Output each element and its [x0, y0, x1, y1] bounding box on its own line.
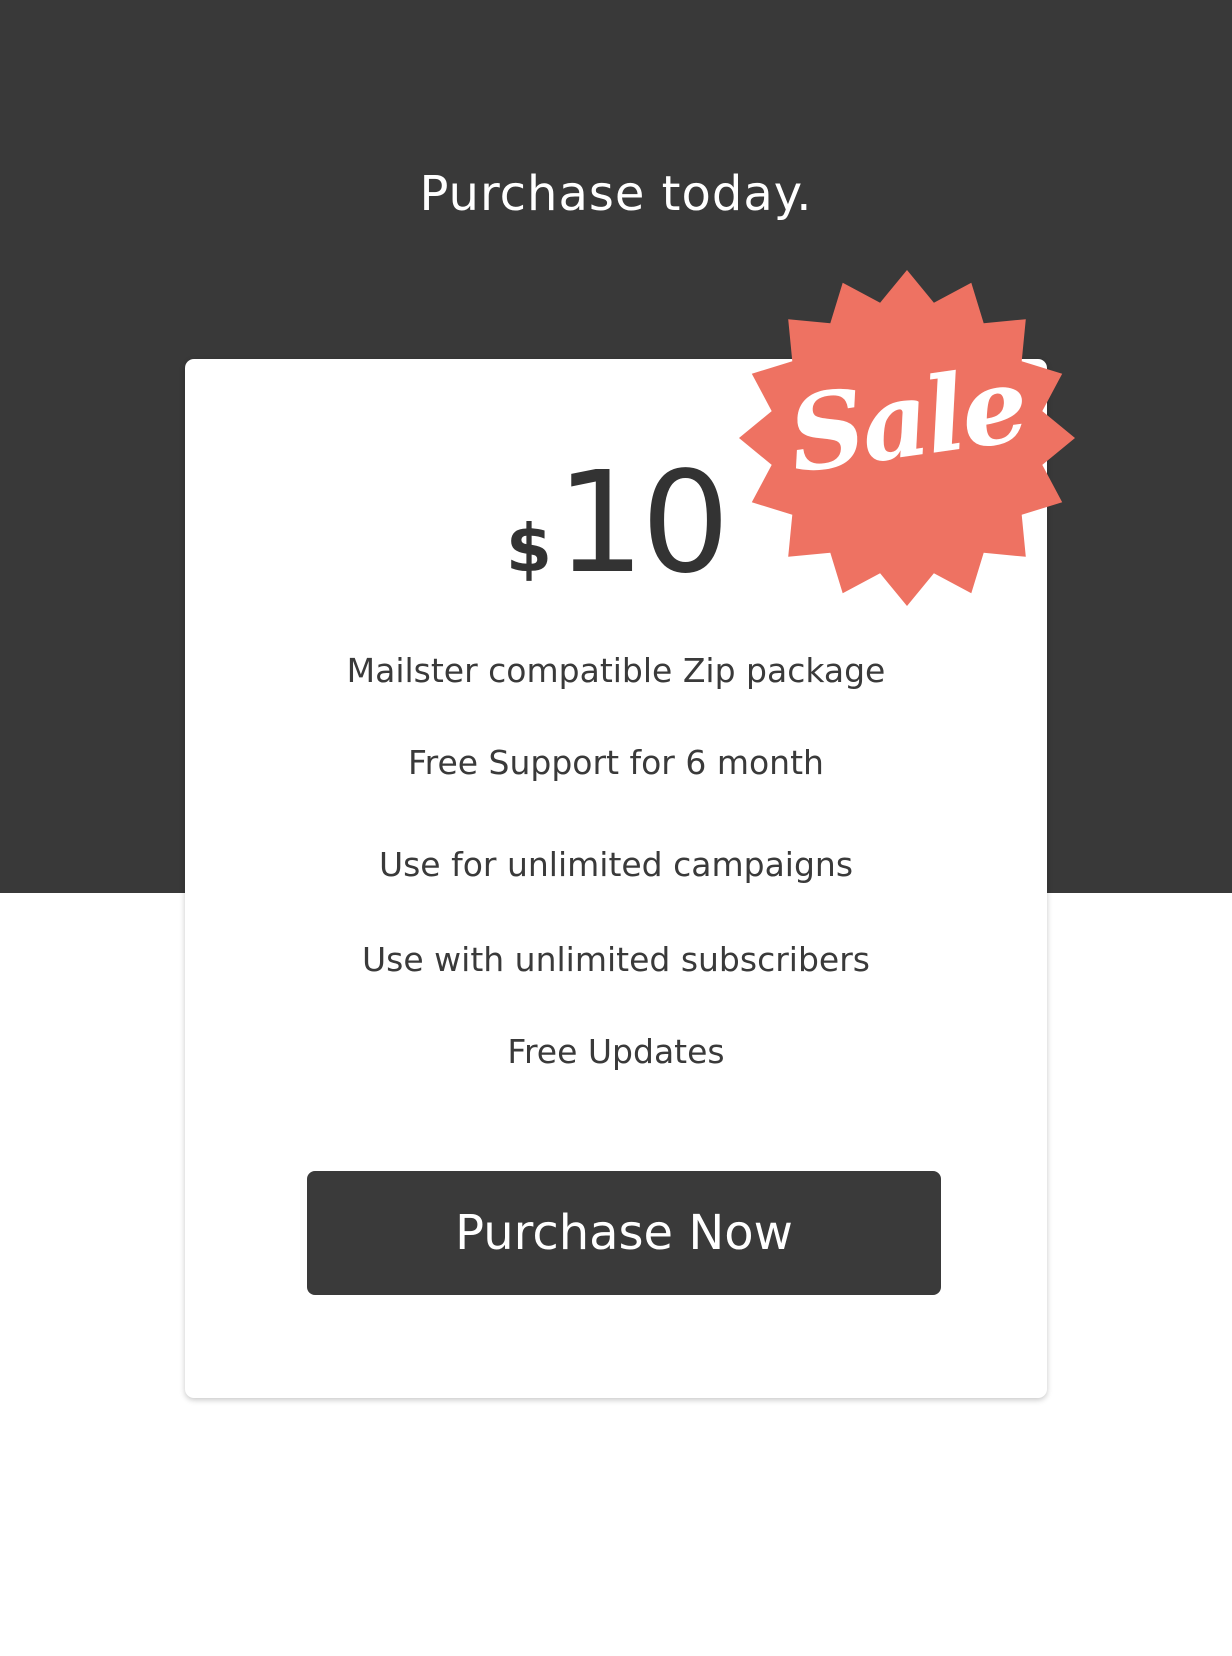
price-amount: 10: [555, 442, 730, 605]
section-headline: Purchase today.: [419, 166, 813, 222]
feature-item: Free Support for 6 month: [408, 743, 824, 782]
price-currency: $: [505, 510, 552, 587]
sale-badge: Sale: [737, 268, 1077, 608]
feature-item: Use with unlimited subscribers: [362, 940, 870, 979]
feature-item: Free Updates: [507, 1032, 725, 1071]
purchase-now-button[interactable]: Purchase Now: [307, 1171, 941, 1295]
feature-item: Mailster compatible Zip package: [346, 651, 886, 690]
feature-item: Use for unlimited campaigns: [378, 845, 854, 884]
